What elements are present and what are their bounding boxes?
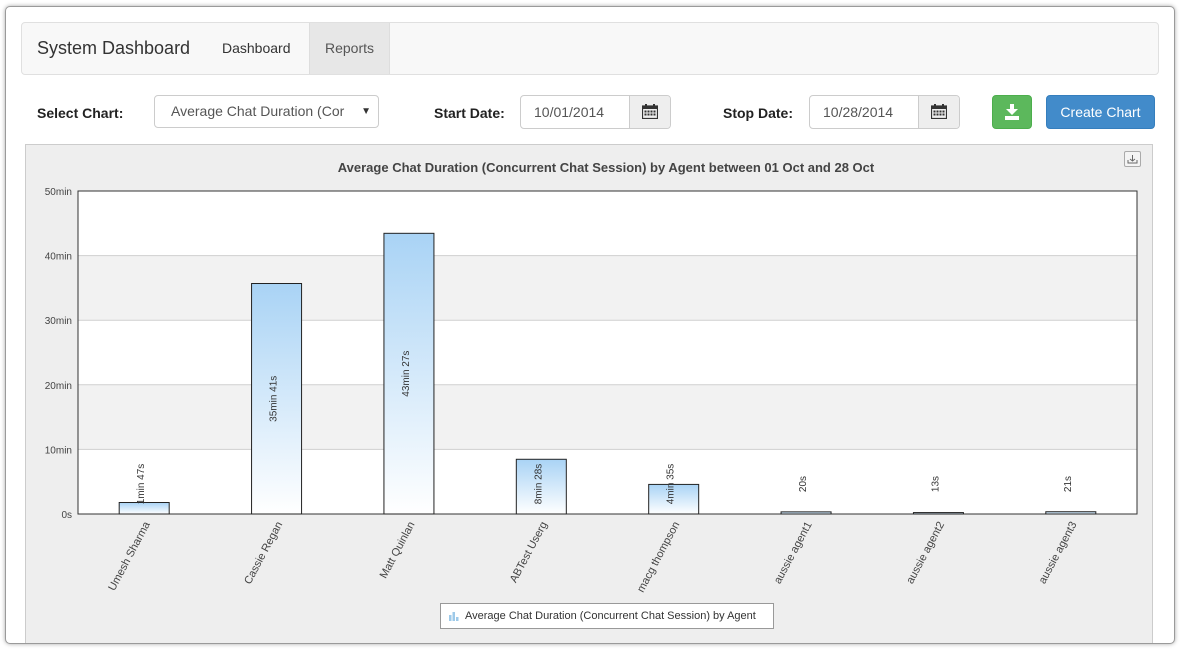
chart-legend[interactable]: Average Chat Duration (Concurrent Chat S… xyxy=(440,603,774,629)
navbar: System Dashboard Dashboard Reports xyxy=(21,22,1159,75)
plot-area xyxy=(78,191,1137,514)
data-label: 8min 28s xyxy=(533,464,544,505)
x-tick-label: macg thompson xyxy=(635,520,682,595)
data-label: 13s xyxy=(930,476,941,492)
x-tick-label: ABTest Userg xyxy=(508,520,550,585)
y-tick-label: 50min xyxy=(45,187,72,198)
bar xyxy=(1045,511,1097,515)
x-tick-label: aussie agent3 xyxy=(1037,520,1080,586)
bar-chart: Average Chat Duration (Concurrent Chat S… xyxy=(45,160,1138,595)
tab-dashboard[interactable]: Dashboard xyxy=(207,23,306,74)
stop-date-label: Stop Date: xyxy=(723,105,793,121)
stop-date-calendar-button[interactable] xyxy=(918,96,959,128)
legend-label: Average Chat Duration (Concurrent Chat S… xyxy=(465,610,756,622)
export-icon xyxy=(1127,155,1138,164)
x-tick-label: Matt Quinlan xyxy=(378,520,418,581)
chart-select-value: Average Chat Duration (Cor xyxy=(171,103,345,119)
stop-date-field[interactable]: 10/28/2014 xyxy=(809,95,960,129)
stop-date-value: 10/28/2014 xyxy=(823,104,894,120)
bar-chart-icon xyxy=(449,612,459,621)
data-label: 35min 41s xyxy=(269,376,280,422)
start-date-label: Start Date: xyxy=(434,105,505,121)
start-date-field[interactable]: 10/01/2014 xyxy=(520,95,671,129)
bar xyxy=(912,512,964,515)
dashboard-window: System Dashboard Dashboard Reports Selec… xyxy=(5,6,1175,644)
data-label: 21s xyxy=(1063,476,1074,492)
y-tick-label: 0s xyxy=(61,510,72,521)
calendar-icon xyxy=(642,104,658,119)
x-tick-label: Cassie Regan xyxy=(242,520,285,587)
calendar-icon xyxy=(931,104,947,119)
y-tick-label: 10min xyxy=(45,445,72,456)
y-tick-label: 30min xyxy=(45,316,72,327)
start-date-value: 10/01/2014 xyxy=(534,104,605,120)
data-label: 20s xyxy=(798,476,809,492)
x-tick-label: aussie agent2 xyxy=(904,520,947,586)
start-date-calendar-button[interactable] xyxy=(629,96,670,128)
download-icon xyxy=(1005,104,1019,120)
chart-panel: Average Chat Duration (Concurrent Chat S… xyxy=(25,144,1153,643)
bar xyxy=(780,511,832,515)
x-tick-label: aussie agent1 xyxy=(772,520,815,586)
brand-title[interactable]: System Dashboard xyxy=(37,38,190,59)
grid-band xyxy=(78,255,1137,321)
y-tick-label: 40min xyxy=(45,252,72,263)
create-chart-button[interactable]: Create Chart xyxy=(1046,95,1155,129)
grid-band xyxy=(78,384,1137,450)
chart-export-button[interactable] xyxy=(1124,151,1141,167)
chart-select[interactable]: Average Chat Duration (Cor ▼ xyxy=(154,95,379,128)
chart-title: Average Chat Duration (Concurrent Chat S… xyxy=(338,160,875,175)
tab-reports[interactable]: Reports xyxy=(309,23,391,74)
data-label: 1min 47s xyxy=(136,464,147,505)
download-button[interactable] xyxy=(992,95,1032,129)
y-tick-label: 20min xyxy=(45,381,72,392)
x-tick-label: Umesh Sharma xyxy=(106,519,153,593)
data-label: 43min 27s xyxy=(401,351,412,397)
select-chart-label: Select Chart: xyxy=(37,105,124,121)
data-label: 4min 35s xyxy=(666,464,677,505)
caret-down-icon: ▼ xyxy=(361,106,371,117)
